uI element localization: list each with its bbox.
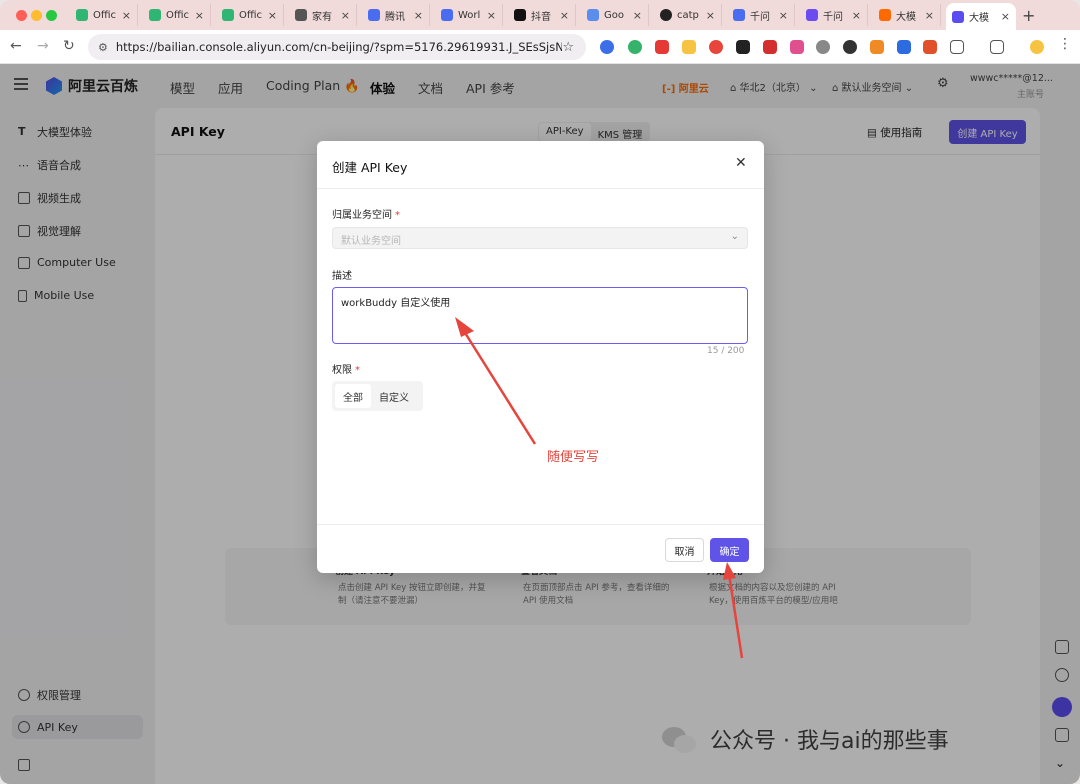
tab-favicon-icon: [587, 9, 599, 21]
back-icon[interactable]: ←: [10, 38, 22, 54]
browser-tab[interactable]: 大模 ×: [873, 4, 941, 26]
tab-favicon-icon: [76, 9, 88, 21]
extension-icon[interactable]: [923, 40, 937, 54]
tab-favicon-icon: [368, 9, 380, 21]
workspace-label: 归属业务空间 *: [332, 210, 400, 221]
watermark: 公众号 · 我与ai的那些事: [662, 723, 949, 755]
browser-tab[interactable]: 抖音 ×: [508, 4, 576, 26]
extension-icon[interactable]: [736, 40, 750, 54]
wechat-icon: [662, 725, 698, 753]
permission-segmented: 全部 自定义: [332, 381, 423, 411]
confirm-button[interactable]: 确定: [710, 538, 749, 562]
tab-favicon-icon: [879, 9, 891, 21]
char-counter: 15 / 200: [707, 346, 745, 356]
extension-icon[interactable]: [816, 40, 830, 54]
tab-favicon-icon: [514, 9, 526, 21]
tab-close-icon[interactable]: ×: [1001, 10, 1010, 23]
extension-icon[interactable]: [843, 40, 857, 54]
reading-list-icon[interactable]: [990, 40, 1004, 54]
dialog-title: 创建 API Key: [332, 160, 408, 175]
tab-close-icon[interactable]: ×: [122, 9, 131, 22]
profile-avatar[interactable]: [1030, 40, 1044, 54]
browser-tab[interactable]: 千问 ×: [727, 4, 795, 26]
extension-icon[interactable]: [897, 40, 911, 54]
browser-menu-icon[interactable]: ⋮: [1058, 36, 1072, 52]
tab-close-icon[interactable]: ×: [560, 9, 569, 22]
chevron-down-icon: ⌄: [730, 231, 739, 242]
browser-tab[interactable]: catp ×: [654, 4, 722, 26]
cancel-button[interactable]: 取消: [665, 538, 704, 562]
minimize-window-button[interactable]: [31, 10, 42, 21]
tab-close-icon[interactable]: ×: [925, 9, 934, 22]
extensions-puzzle-icon[interactable]: [950, 40, 964, 54]
tab-favicon-icon: [222, 9, 234, 21]
tab-close-icon[interactable]: ×: [706, 9, 715, 22]
extension-icon[interactable]: [790, 40, 804, 54]
tab-close-icon[interactable]: ×: [779, 9, 788, 22]
browser-tab[interactable]: Offic ×: [70, 4, 138, 26]
address-bar[interactable]: ⚙ https://bailian.console.aliyun.com/cn-…: [88, 34, 586, 60]
close-icon[interactable]: ✕: [735, 155, 747, 171]
forward-icon[interactable]: →: [37, 38, 49, 54]
tab-close-icon[interactable]: ×: [633, 9, 642, 22]
browser-tab[interactable]: Worl ×: [435, 4, 503, 26]
annotation-text: 随便写写: [547, 450, 600, 465]
site-info-icon[interactable]: ⚙: [98, 41, 108, 54]
tab-favicon-icon: [733, 9, 745, 21]
extension-icon[interactable]: [628, 40, 642, 54]
tab-favicon-icon: [806, 9, 818, 21]
new-tab-button[interactable]: +: [1022, 6, 1035, 25]
close-window-button[interactable]: [16, 10, 27, 21]
create-api-key-dialog: 创建 API Key ✕ 归属业务空间 * 默认业务空间 ⌄ 描述 workBudd…: [317, 141, 764, 573]
tab-favicon-icon: [952, 10, 964, 23]
tab-strip: Offic × Offic × Offic × 家有 × 腾讯 × Worl × 抖音 × G…: [0, 0, 1080, 30]
browser-tab[interactable]: Goo ×: [581, 4, 649, 26]
required-mark: *: [395, 210, 400, 221]
browser-tab[interactable]: 腾讯 ×: [362, 4, 430, 26]
extension-icon[interactable]: [600, 40, 614, 54]
browser-tab[interactable]: 千问 ×: [800, 4, 868, 26]
tab-favicon-icon: [149, 9, 161, 21]
zoom-window-button[interactable]: [46, 10, 57, 21]
required-mark: *: [355, 365, 360, 376]
workspace-select[interactable]: 默认业务空间 ⌄: [332, 227, 748, 249]
browser-window: Offic × Offic × Offic × 家有 × 腾讯 × Worl × 抖音 × G…: [0, 0, 1080, 784]
permission-all-option[interactable]: 全部: [335, 384, 371, 408]
permission-custom-option[interactable]: 自定义: [371, 384, 417, 408]
extension-icon[interactable]: [763, 40, 777, 54]
divider: [317, 524, 764, 525]
tab-favicon-icon: [441, 9, 453, 21]
browser-tab[interactable]: Offic ×: [143, 4, 211, 26]
reload-icon[interactable]: ↻: [63, 38, 75, 54]
browser-tab[interactable]: Offic ×: [216, 4, 284, 26]
tab-favicon-icon: [660, 9, 672, 21]
description-textarea[interactable]: workBuddy 自定义使用: [332, 287, 748, 344]
tab-close-icon[interactable]: ×: [852, 9, 861, 22]
bookmark-star-icon[interactable]: ☆: [562, 40, 574, 55]
tab-close-icon[interactable]: ×: [341, 9, 350, 22]
browser-tab-active[interactable]: 大模 ×: [946, 3, 1016, 30]
tab-close-icon[interactable]: ×: [414, 9, 423, 22]
permission-label: 权限 *: [332, 365, 360, 376]
extension-icon[interactable]: [682, 40, 696, 54]
tab-close-icon[interactable]: ×: [487, 9, 496, 22]
browser-toolbar: ← → ↻ ⚙ https://bailian.console.aliyun.c…: [0, 30, 1080, 64]
tab-close-icon[interactable]: ×: [195, 9, 204, 22]
divider: [317, 188, 764, 189]
metamask-icon[interactable]: [870, 40, 884, 54]
tab-close-icon[interactable]: ×: [268, 9, 277, 22]
description-label: 描述: [332, 271, 352, 282]
browser-tab[interactable]: 家有 ×: [289, 4, 357, 26]
tab-favicon-icon: [295, 9, 307, 21]
extension-icon[interactable]: [709, 40, 723, 54]
adblock-icon[interactable]: [655, 40, 669, 54]
